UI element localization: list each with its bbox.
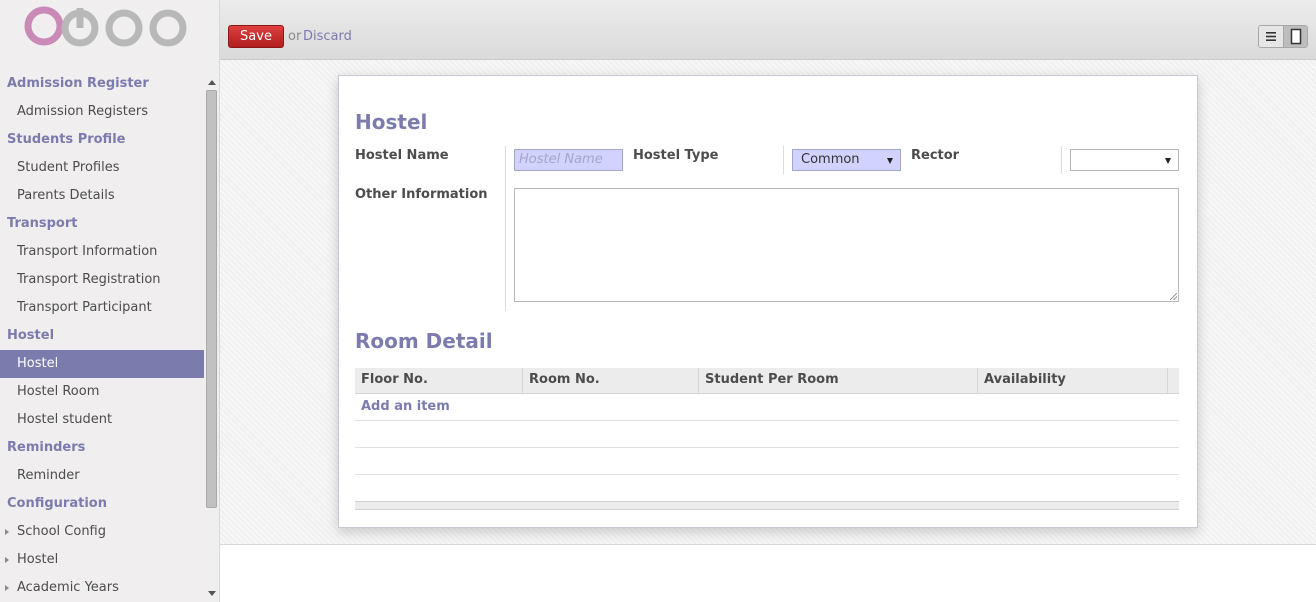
form-icon xyxy=(1290,28,1302,45)
form-section-title: Hostel xyxy=(355,110,428,134)
sidebar-scrollbar[interactable] xyxy=(204,76,219,602)
sidebar-item-hostel[interactable]: Hostel xyxy=(0,350,204,378)
form-toolbar: Save or Discard xyxy=(220,0,1316,60)
section-reminders: Reminders xyxy=(7,440,86,455)
sidebar-item-academic-years[interactable]: Academic Years xyxy=(0,574,204,602)
resize-handle-icon[interactable] xyxy=(1170,293,1177,300)
list-view-button[interactable] xyxy=(1259,26,1284,47)
sidebar-item-reminder[interactable]: Reminder xyxy=(0,462,204,490)
section-hostel: Hostel xyxy=(7,328,55,343)
sidebar-item-config-hostel[interactable]: Hostel xyxy=(0,546,204,574)
section-students-profile: Students Profile xyxy=(7,132,126,147)
sidebar-menu: Admission Register Admission Registers S… xyxy=(0,70,204,602)
table-footer xyxy=(355,501,1179,510)
view-switcher xyxy=(1258,25,1308,48)
label-divider xyxy=(783,146,784,174)
save-button[interactable]: Save xyxy=(228,25,284,48)
sidebar-item-transport-registration[interactable]: Transport Registration xyxy=(0,266,204,294)
room-detail-table: Floor No. Room No. Student Per Room Avai… xyxy=(355,368,1179,510)
scrollbar-thumb[interactable] xyxy=(206,90,217,508)
scroll-down-arrow-icon[interactable] xyxy=(208,591,216,596)
column-room-no[interactable]: Room No. xyxy=(522,368,698,393)
sidebar-item-label: Academic Years xyxy=(17,580,119,595)
discard-link[interactable]: Discard xyxy=(303,29,352,44)
or-text: or xyxy=(288,29,302,44)
expand-arrow-icon[interactable] xyxy=(5,585,9,591)
sidebar-item-parents-details[interactable]: Parents Details xyxy=(0,182,204,210)
label-divider xyxy=(505,146,506,311)
expand-arrow-icon[interactable] xyxy=(5,529,9,535)
sidebar-item-admission-registers[interactable]: Admission Registers xyxy=(0,98,204,126)
sidebar-item-hostel-student[interactable]: Hostel student xyxy=(0,406,204,434)
sidebar-item-school-config[interactable]: School Config xyxy=(0,518,204,546)
table-header: Floor No. Room No. Student Per Room Avai… xyxy=(355,368,1179,394)
hostel-type-label: Hostel Type xyxy=(633,148,719,163)
column-floor-no[interactable]: Floor No. xyxy=(355,368,522,393)
form-sheet: Hostel Hostel Name Hostel Name Hostel Ty… xyxy=(338,75,1198,528)
table-row xyxy=(355,448,1179,475)
table-row: Add an item xyxy=(355,394,1179,421)
sidebar: Admission Register Admission Registers S… xyxy=(0,0,220,602)
form-view-button[interactable] xyxy=(1284,26,1307,47)
scroll-up-arrow-icon[interactable] xyxy=(208,80,216,85)
column-availability[interactable]: Availability xyxy=(977,368,1167,393)
label-divider xyxy=(1061,146,1062,174)
hostel-name-input[interactable]: Hostel Name xyxy=(514,149,623,171)
hostel-type-value: Common xyxy=(801,152,860,167)
list-icon xyxy=(1266,32,1276,41)
rector-select[interactable] xyxy=(1070,149,1179,171)
rector-label: Rector xyxy=(911,148,960,163)
section-admission-register: Admission Register xyxy=(7,76,149,91)
sidebar-item-hostel-room[interactable]: Hostel Room xyxy=(0,378,204,406)
odoo-logo[interactable] xyxy=(24,4,192,48)
add-item-link[interactable]: Add an item xyxy=(361,399,450,414)
section-configuration: Configuration xyxy=(7,496,107,511)
table-row xyxy=(355,421,1179,448)
sidebar-item-label: Hostel xyxy=(17,552,59,567)
sidebar-item-student-profiles[interactable]: Student Profiles xyxy=(0,154,204,182)
sidebar-item-transport-participant[interactable]: Transport Participant xyxy=(0,294,204,322)
sidebar-item-transport-information[interactable]: Transport Information xyxy=(0,238,204,266)
sidebar-item-label: School Config xyxy=(17,524,107,539)
expand-arrow-icon[interactable] xyxy=(5,557,9,563)
column-student-per-room[interactable]: Student Per Room xyxy=(698,368,977,393)
column-actions xyxy=(1167,368,1179,393)
other-information-textarea[interactable] xyxy=(514,188,1179,302)
hostel-name-label: Hostel Name xyxy=(355,148,449,163)
form-content-area: Hostel Hostel Name Hostel Name Hostel Ty… xyxy=(220,60,1316,545)
dropdown-caret-icon xyxy=(887,158,893,164)
section-transport: Transport xyxy=(7,216,78,231)
other-information-label: Other Information xyxy=(355,187,488,202)
dropdown-caret-icon xyxy=(1165,158,1171,164)
hostel-type-select[interactable]: Common xyxy=(792,149,901,171)
room-detail-title: Room Detail xyxy=(355,329,493,353)
